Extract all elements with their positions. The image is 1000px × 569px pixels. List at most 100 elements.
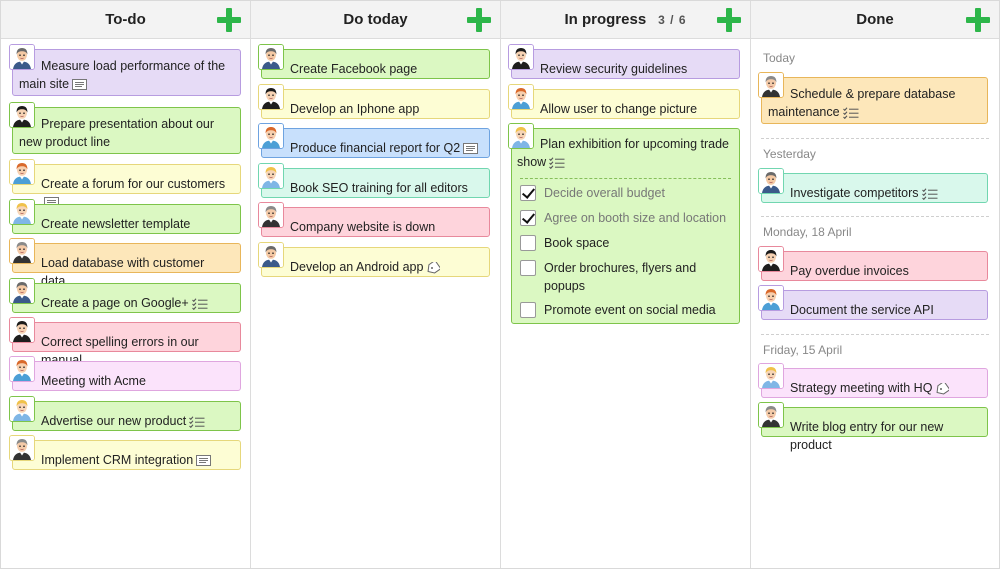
checklist-checkbox[interactable] xyxy=(520,185,536,201)
wip-count: 3 / 6 xyxy=(658,12,687,27)
date-section-label: Yesterday xyxy=(763,147,816,161)
task-card[interactable]: Develop an Iphone app xyxy=(261,89,490,119)
task-card[interactable]: Company website is down xyxy=(261,207,490,237)
checklist-item-text: Order brochures, flyers and popups xyxy=(544,261,697,293)
checklist-item: Promote event on social media xyxy=(520,301,733,319)
task-card[interactable]: Advertise our new product xyxy=(12,401,241,431)
avatar xyxy=(508,84,534,110)
add-card-button[interactable] xyxy=(467,8,491,32)
task-card[interactable]: Write blog entry for our new product xyxy=(761,407,988,452)
task-title: Write blog entry for our new product xyxy=(790,418,979,454)
task-title: Document the service API xyxy=(790,301,979,319)
task-title: Create newsletter template xyxy=(41,215,232,233)
task-card[interactable]: Pay overdue invoices xyxy=(761,251,988,281)
task-title-text: Create a page on Google+ xyxy=(41,296,189,310)
avatar xyxy=(258,123,284,149)
add-card-button[interactable] xyxy=(217,8,241,32)
task-card[interactable]: Create newsletter template xyxy=(12,204,241,234)
task-card[interactable]: Create a page on Google+ xyxy=(12,283,241,313)
task-card[interactable]: Meeting with Acme xyxy=(12,361,241,391)
avatar xyxy=(9,278,35,304)
task-title-text: Allow user to change picture xyxy=(540,102,698,116)
task-card[interactable]: Produce financial report for Q2 xyxy=(261,128,490,158)
task-title: Create a page on Google+ xyxy=(41,294,232,312)
add-card-button[interactable] xyxy=(717,8,741,32)
task-card[interactable]: Investigate competitors xyxy=(761,173,988,203)
task-title-text: Schedule & prepare database maintenance xyxy=(768,87,956,119)
task-title: Pay overdue invoices xyxy=(790,262,979,280)
task-card[interactable]: Schedule & prepare database maintenance xyxy=(761,77,988,124)
task-title: Review security guidelines xyxy=(540,60,731,78)
checklist-checkbox[interactable] xyxy=(520,260,536,276)
tag-icon xyxy=(935,382,950,395)
task-card-expanded[interactable]: Plan exhibition for upcoming trade show D… xyxy=(511,128,740,324)
date-section-label: Today xyxy=(763,51,796,65)
task-card[interactable]: Develop an Android app xyxy=(261,247,490,277)
task-title: Produce financial report for Q2 xyxy=(290,139,481,157)
avatar xyxy=(258,202,284,228)
task-title: Implement CRM integration xyxy=(41,451,232,469)
checklist-item-text: Book space xyxy=(544,236,610,250)
task-title-text: Strategy meeting with HQ xyxy=(790,381,933,395)
task-card[interactable]: Document the service API xyxy=(761,290,988,320)
column-title: Do today xyxy=(343,11,408,28)
checklist-checkbox[interactable] xyxy=(520,302,536,318)
task-card[interactable]: Review security guidelines xyxy=(511,49,740,79)
task-title-text: Document the service API xyxy=(790,303,934,317)
avatar xyxy=(9,199,35,225)
task-title: Company website is down xyxy=(290,218,481,236)
task-card[interactable]: Implement CRM integration xyxy=(12,440,241,470)
avatar xyxy=(258,44,284,70)
task-title-text: Book SEO training for all editors xyxy=(290,181,468,195)
tag-icon xyxy=(426,261,441,274)
task-title: Develop an Iphone app xyxy=(290,100,481,118)
checklist-icon xyxy=(549,157,565,169)
task-title: Investigate competitors xyxy=(790,184,979,202)
task-title-text: Develop an Android app xyxy=(290,260,424,274)
note-icon xyxy=(196,455,212,467)
task-card[interactable]: Measure load performance of the main sit… xyxy=(12,49,241,96)
task-title-text: Advertise our new product xyxy=(41,414,187,428)
checklist-item-text: Promote event on social media xyxy=(544,303,716,317)
avatar xyxy=(508,123,534,149)
task-title-text: Prepare presentation about our new produ… xyxy=(19,117,215,149)
avatar xyxy=(258,242,284,268)
task-card[interactable]: Strategy meeting with HQ xyxy=(761,368,988,398)
avatar xyxy=(9,435,35,461)
avatar xyxy=(9,238,35,264)
checklist-checkbox[interactable] xyxy=(520,210,536,226)
checklist-icon xyxy=(191,298,208,310)
note-icon xyxy=(463,143,479,155)
section-divider xyxy=(761,216,989,217)
avatar xyxy=(758,363,784,389)
task-card[interactable]: Correct spelling errors in our manual xyxy=(12,322,241,367)
add-card-button[interactable] xyxy=(966,8,990,32)
checklist-divider xyxy=(520,178,731,179)
task-title-text: Review security guidelines xyxy=(540,62,688,76)
avatar xyxy=(508,44,534,70)
date-section-label: Monday, 18 April xyxy=(763,225,852,239)
task-card[interactable]: Create Facebook page xyxy=(261,49,490,79)
column-header-do-today: Do today xyxy=(251,1,500,39)
task-title: Develop an Android app xyxy=(290,258,481,276)
checklist-checkbox[interactable] xyxy=(520,235,536,251)
date-section-label: Friday, 15 April xyxy=(763,343,843,357)
task-card[interactable]: Prepare presentation about our new produ… xyxy=(12,107,241,154)
task-card[interactable]: Allow user to change picture xyxy=(511,89,740,119)
task-title-text: Create a forum for our customers xyxy=(41,177,226,191)
task-card[interactable]: Load database with customer data xyxy=(12,243,241,288)
avatar xyxy=(758,72,784,98)
task-title-text: Implement CRM integration xyxy=(41,453,194,467)
task-title-text: Investigate competitors xyxy=(790,186,919,200)
task-card[interactable]: Create a forum for our customers xyxy=(12,164,241,209)
task-card[interactable]: Book SEO training for all editors xyxy=(261,168,490,198)
task-title: Meeting with Acme xyxy=(41,372,232,390)
task-title-text: Meeting with Acme xyxy=(41,374,146,388)
section-divider xyxy=(761,334,989,335)
task-title-text: Company website is down xyxy=(290,220,436,234)
task-title-text: Create newsletter template xyxy=(41,217,191,231)
column-title: In progress xyxy=(564,11,647,28)
column-title: To-do xyxy=(105,11,146,28)
task-title: Advertise our new product xyxy=(41,412,232,430)
avatar xyxy=(758,285,784,311)
